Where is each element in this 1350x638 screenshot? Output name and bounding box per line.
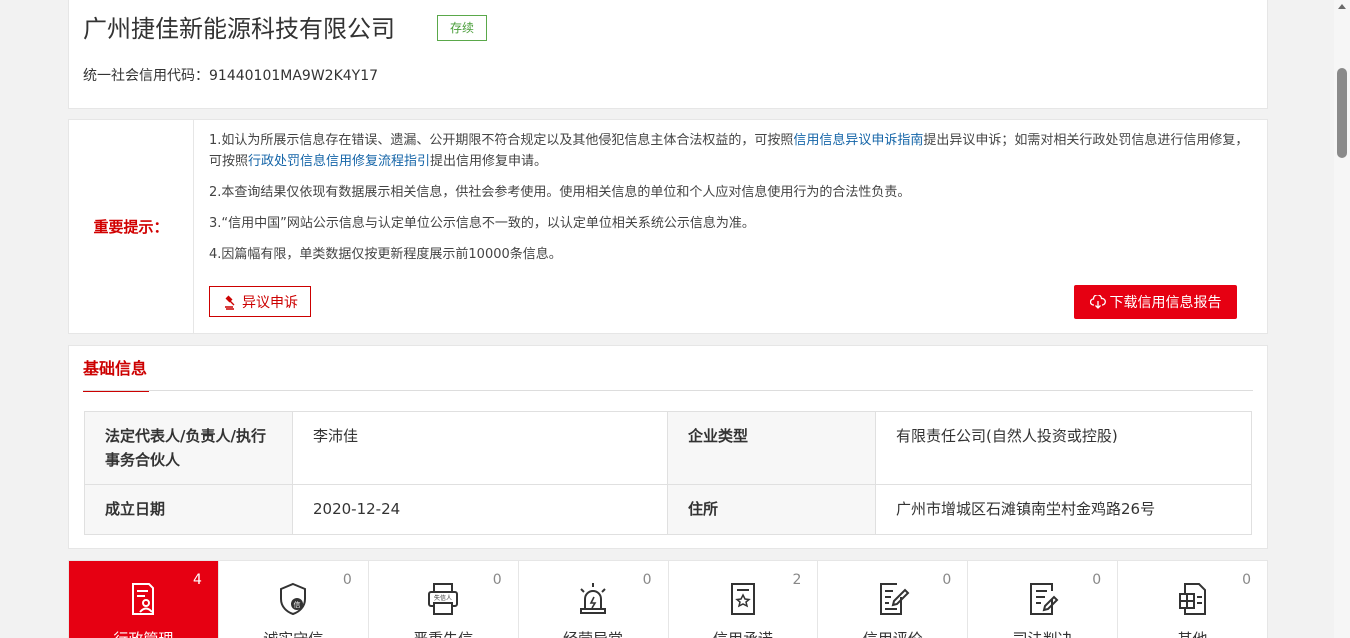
page-scrollbar[interactable]: [1334, 0, 1350, 638]
company-header: 广州捷佳新能源科技有限公司 存续 统一社会信用代码：91440101MA9W2K…: [68, 0, 1268, 109]
credit-code-value: 91440101MA9W2K4Y17: [209, 68, 379, 84]
important-notice: 重要提示： 1.如认为所展示信息存在错误、遗漏、公开期限不符合规定以及其他侵犯信…: [68, 119, 1268, 334]
company-type-label: 企业类型: [667, 411, 876, 485]
table-row: 成立日期 2020-12-24 住所 广州市增城区石滩镇南坣村金鸡路26号: [84, 484, 1252, 535]
table-row: 法定代表人/负责人/执行事务合伙人 李沛佳 企业类型 有限责任公司(自然人投资或…: [84, 411, 1252, 485]
legal-rep-label: 法定代表人/负责人/执行事务合伙人: [84, 411, 293, 485]
credit-code-label: 统一社会信用代码：: [83, 68, 209, 84]
category-tab-judgment[interactable]: 0 司法判决: [968, 561, 1119, 638]
category-count: 0: [642, 572, 652, 588]
category-count: 0: [1242, 572, 1251, 588]
company-type-value: 有限责任公司(自然人投资或控股): [875, 411, 1252, 485]
founding-date-value: 2020-12-24: [292, 484, 668, 535]
evaluation-edit-icon: [879, 583, 910, 615]
category-label: 经营异常: [519, 628, 668, 638]
category-tab-abnormal[interactable]: 0 经营异常: [519, 561, 669, 638]
category-label: 行政管理: [69, 628, 218, 638]
repair-process-link[interactable]: 行政处罚信息信用修复流程指引: [248, 154, 430, 169]
category-label: 严重失信: [369, 628, 518, 638]
category-label: 司法判决: [968, 628, 1117, 638]
notice-line-3: 3.“信用中国”网站公示信息与认定单位公示信息不一致的，以认定单位相关系统公示信…: [209, 216, 755, 231]
category-count: 4: [192, 572, 202, 588]
notice-line-1-text-c: 提出信用修复申请。: [430, 154, 548, 169]
other-files-icon: [1178, 583, 1206, 615]
category-tab-promise[interactable]: 2 信用承诺: [669, 561, 819, 638]
status-badge: 存续: [437, 15, 487, 41]
alarm-light-icon: [580, 583, 607, 614]
notice-body: 1.如认为所展示信息存在错误、遗漏、公开期限不符合规定以及其他侵犯信息主体合法权…: [209, 130, 1254, 275]
shield-credit-icon: 信: [280, 582, 307, 616]
objection-button-label: 异议申诉: [242, 294, 298, 311]
category-count: 0: [942, 572, 952, 588]
category-tabs: 4 行政管理 0 信 诚实守信 0 失信人 严重失信 0 经营异常 2 信用承诺…: [68, 560, 1268, 638]
notice-line-4: 4.因篇幅有限，单类数据仅按更新程度展示前10000条信息。: [209, 247, 562, 262]
category-tab-honesty[interactable]: 0 信 诚实守信: [219, 561, 369, 638]
notice-line-1: 1.如认为所展示信息存在错误、遗漏、公开期限不符合规定以及其他侵犯信息主体合法权…: [209, 130, 1254, 172]
notice-line-2: 2.本查询结果仅依现有数据展示相关信息，供社会参考使用。使用相关信息的单位和个人…: [209, 185, 911, 200]
category-count: 0: [1092, 572, 1102, 588]
basic-info-table: 法定代表人/负责人/执行事务合伙人 李沛佳 企业类型 有限责任公司(自然人投资或…: [84, 411, 1252, 535]
judgment-document-icon: [1029, 583, 1059, 615]
category-tab-serious-dishonest[interactable]: 0 失信人 严重失信: [369, 561, 519, 638]
scroll-up-arrow-icon[interactable]: [1338, 4, 1346, 9]
cloud-download-icon: [1089, 295, 1106, 309]
legal-rep-value: 李沛佳: [292, 411, 668, 485]
category-count: 0: [492, 572, 502, 588]
svg-text:失信人: 失信人: [434, 594, 452, 602]
credit-code: 统一社会信用代码：91440101MA9W2K4Y17: [83, 65, 378, 87]
gavel-icon: [225, 295, 235, 310]
notice-title: 重要提示：: [93, 218, 169, 236]
tab-basic-info[interactable]: 基础信息: [83, 358, 149, 392]
notice-line-1-text-a: 1.如认为所展示信息存在错误、遗漏、公开期限不符合规定以及其他侵犯信息主体合法权…: [209, 133, 794, 148]
basic-info-section: 基础信息 法定代表人/负责人/执行事务合伙人 李沛佳 企业类型 有限责任公司(自…: [68, 345, 1268, 549]
document-person-icon: [132, 583, 155, 615]
category-tab-admin[interactable]: 4 行政管理: [69, 561, 219, 638]
dishonest-printer-icon: 失信人: [428, 583, 459, 615]
category-label: 诚实守信: [219, 628, 368, 638]
svg-text:信: 信: [294, 600, 301, 609]
address-value: 广州市增城区石滩镇南坣村金鸡路26号: [875, 484, 1252, 535]
objection-guide-link[interactable]: 信用信息异议申诉指南: [793, 133, 923, 148]
category-label: 信用承诺: [669, 628, 818, 638]
download-report-button[interactable]: 下载信用信息报告: [1074, 285, 1237, 319]
address-label: 住所: [667, 484, 876, 535]
scroll-thumb[interactable]: [1337, 68, 1347, 158]
category-count: 0: [342, 572, 352, 588]
founding-date-label: 成立日期: [84, 484, 293, 535]
company-name: 广州捷佳新能源科技有限公司: [83, 15, 395, 43]
category-tab-evaluation[interactable]: 0 信用评价: [818, 561, 969, 638]
download-report-label: 下载信用信息报告: [1109, 295, 1222, 311]
tab-divider: [83, 390, 1253, 391]
category-tab-other[interactable]: 0 其他: [1118, 561, 1267, 638]
category-count: 2: [792, 572, 802, 588]
promise-document-icon: [730, 583, 755, 615]
category-label: 其他: [1118, 628, 1267, 638]
category-label: 信用评价: [818, 628, 967, 638]
objection-button[interactable]: 异议申诉: [209, 286, 311, 317]
notice-label-cell: 重要提示：: [69, 120, 194, 333]
